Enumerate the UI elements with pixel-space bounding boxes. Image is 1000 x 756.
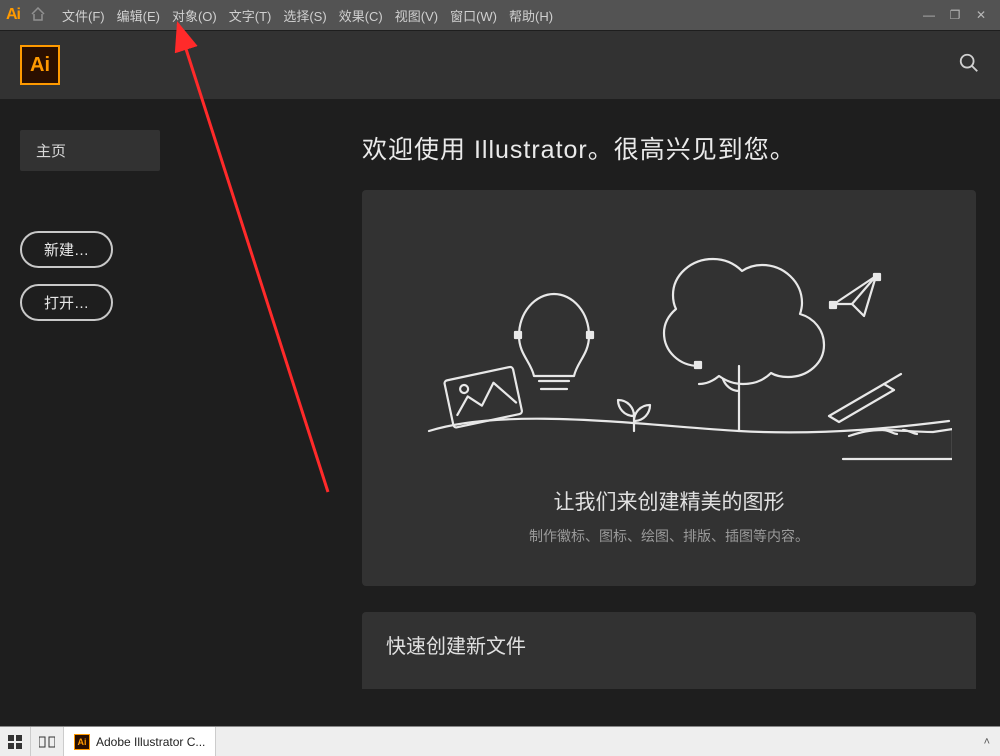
menu-window[interactable]: 窗口(W): [450, 6, 497, 25]
task-view-button[interactable]: [31, 727, 64, 756]
taskbar-app-icon: Ai: [74, 734, 90, 750]
main-area: 欢迎使用 Illustrator。很高兴见到您。: [338, 100, 1000, 730]
search-icon[interactable]: [958, 52, 980, 79]
app-icon-text: Ai: [30, 54, 50, 77]
welcome-subtitle: 让我们来创建精美的图形: [386, 486, 952, 516]
menu-view[interactable]: 视图(V): [395, 6, 438, 25]
quick-create-title: 快速创建新文件: [386, 630, 952, 659]
menu-help[interactable]: 帮助(H): [509, 6, 553, 25]
body: 主页 新建… 打开… 欢迎使用 Illustrator。很高兴见到您。: [0, 100, 1000, 730]
quick-create-card: 快速创建新文件: [362, 612, 976, 689]
start-button[interactable]: [0, 727, 31, 756]
taskbar-app-illustrator[interactable]: Ai Adobe Illustrator C...: [64, 727, 216, 756]
taskbar-app-label: Adobe Illustrator C...: [96, 735, 205, 749]
welcome-card: 让我们来创建精美的图形 制作徽标、图标、绘图、排版、插图等内容。: [362, 190, 976, 586]
app-window: Ai 文件(F) 编辑(E) 对象(O) 文字(T) 选择(S) 效果(C) 视…: [0, 0, 1000, 730]
app-icon-box: Ai: [20, 45, 60, 85]
menu-effect[interactable]: 效果(C): [339, 6, 383, 25]
system-tray[interactable]: ˄: [974, 727, 1000, 756]
menubar: Ai 文件(F) 编辑(E) 对象(O) 文字(T) 选择(S) 效果(C) 视…: [0, 0, 1000, 30]
tray-chevron-icon[interactable]: ˄: [984, 736, 990, 748]
home-icon[interactable]: [30, 7, 46, 24]
window-minimize-button[interactable]: —: [916, 8, 942, 22]
sidebar-tab-home[interactable]: 主页: [20, 130, 160, 171]
menu-type[interactable]: 文字(T): [229, 6, 272, 25]
open-button[interactable]: 打开…: [20, 284, 113, 321]
taskbar: Ai Adobe Illustrator C... ˄: [0, 726, 1000, 756]
header-bar: Ai: [0, 30, 1000, 100]
window-close-button[interactable]: ✕: [968, 8, 994, 22]
menu-select[interactable]: 选择(S): [283, 6, 326, 25]
menu-object[interactable]: 对象(O): [172, 6, 217, 25]
welcome-description: 制作徽标、图标、绘图、排版、插图等内容。: [386, 526, 952, 546]
menu-file[interactable]: 文件(F): [62, 6, 105, 25]
menu-edit[interactable]: 编辑(E): [117, 6, 160, 25]
welcome-title: 欢迎使用 Illustrator。很高兴见到您。: [362, 130, 976, 166]
welcome-illustration: [386, 226, 952, 476]
sidebar: 主页 新建… 打开…: [0, 100, 338, 730]
app-logo-text: Ai: [6, 6, 20, 24]
window-maximize-button[interactable]: ❐: [942, 8, 968, 22]
new-button[interactable]: 新建…: [20, 231, 113, 268]
